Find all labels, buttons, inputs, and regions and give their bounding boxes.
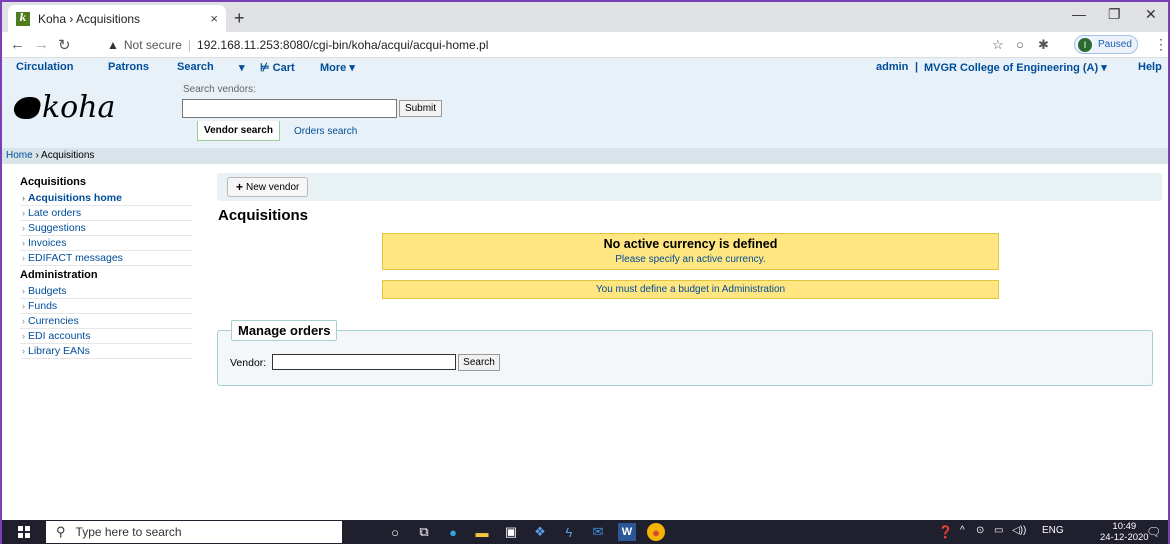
window-frame: [0, 0, 1170, 544]
